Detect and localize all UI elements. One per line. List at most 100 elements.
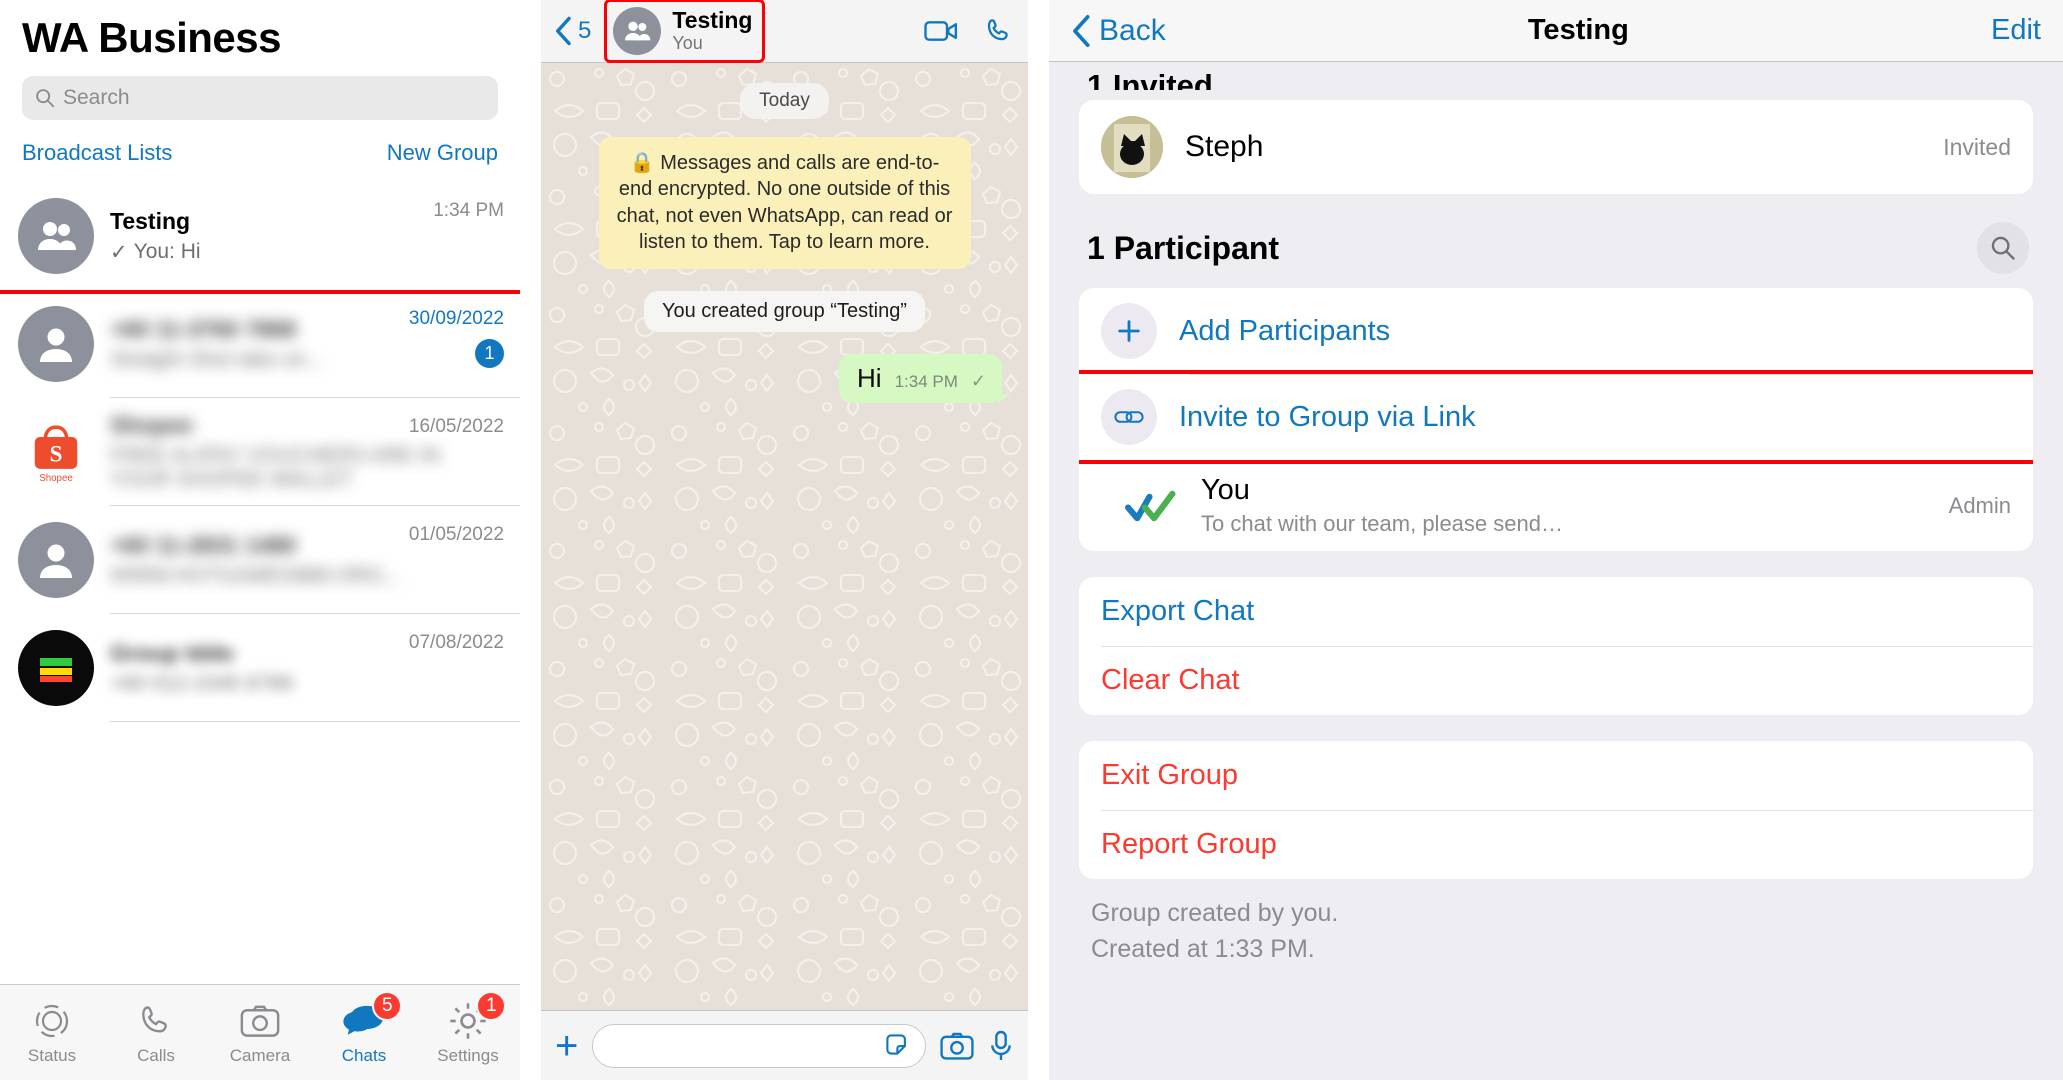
tab-calls[interactable]: Calls [104,985,208,1080]
search-participants-button[interactable] [1977,222,2029,274]
add-participants-button[interactable]: Add Participants [1079,288,2033,374]
edit-button[interactable]: Edit [1991,14,2041,47]
header-actions [924,16,1014,46]
group-info-header: Back Testing Edit [1049,0,2063,62]
chat-timestamp: 01/05/2022 [408,524,504,545]
table-row[interactable]: +60 11-2831 1480 WWW.HOTGAMES888.ORG... … [0,506,520,614]
tab-settings[interactable]: Settings 1 [416,985,520,1080]
exit-group-button[interactable]: Exit Group [1079,741,2033,810]
sticker-icon[interactable] [883,1031,913,1061]
message-area[interactable]: Today 🔒 Messages and calls are end-to-en… [541,63,1028,1010]
encryption-notice[interactable]: 🔒 Messages and calls are end-to-end encr… [598,137,971,269]
avatar [1101,116,1163,178]
invite-via-link-label: Invite to Group via Link [1179,400,1476,433]
plus-icon [1101,303,1157,359]
participant-status: To chat with our team, please send… [1201,511,1563,536]
chat-preview-text: Straight Shot take on... [110,348,324,371]
chat-preview-text: FREE ALIPAY VOUCHERS ARE IN YOUR SHOPEE … [110,444,441,491]
outgoing-message-bubble[interactable]: Hi 1:34 PM ✓ [839,353,1011,403]
camera-icon[interactable] [940,1031,974,1061]
invited-section-header: 1 Invited [1087,68,1213,90]
back-button[interactable]: 5 [555,16,591,46]
clear-chat-button[interactable]: Clear Chat [1079,646,2033,715]
row-divider [110,721,520,722]
chat-preview-text: You: Hi [133,240,201,263]
shopee-icon: S Shopee [34,425,78,483]
unread-badge: 1 [475,339,504,368]
tab-status[interactable]: Status [0,985,104,1080]
message-text: Hi [857,362,882,393]
message-input-bar: + [541,1010,1028,1080]
list-item[interactable]: Steph Invited [1079,100,2033,194]
group-photo-avatar [18,630,94,706]
chat-preview: WWW.HOTGAMES888.ORG... [110,564,506,588]
mic-icon[interactable] [988,1030,1014,1062]
phone-icon [137,1000,175,1042]
back-button[interactable]: Back [1071,14,1166,48]
row-divider [1101,810,2033,811]
video-call-icon[interactable] [924,18,958,44]
report-group-label: Report Group [1101,828,1277,860]
panel-gutter [1028,0,1049,1080]
message-list: Today 🔒 Messages and calls are end-to-en… [541,63,1028,419]
three-panel-screenshot: WA Business Search Broadcast Lists New G… [0,0,2063,1080]
chat-title: Testing [672,6,753,33]
group-created-footer: Group created by you. Created at 1:33 PM… [1079,879,2033,968]
double-check-icon [1123,488,1179,524]
search-input[interactable]: Search [22,76,498,120]
chat-actions-card: Export Chat Clear Chat [1079,577,2033,715]
chat-preview-text: +60 012-2345 6789 [110,672,293,695]
row-divider [1189,374,2033,375]
chat-list[interactable]: Testing ✓ You: Hi 1:34 PM +60 11-3760 78… [0,182,520,984]
voice-call-icon[interactable] [984,16,1014,46]
message-input[interactable] [592,1023,926,1068]
tab-label: Chats [341,1045,387,1065]
broadcast-lists-link[interactable]: Broadcast Lists [22,140,172,166]
clear-chat-label: Clear Chat [1101,664,1240,696]
report-group-button[interactable]: Report Group [1079,810,2033,879]
tab-label: Calls [137,1045,175,1065]
created-at-text: Created at 1:33 PM. [1091,935,1315,964]
table-row[interactable]: Testing ✓ You: Hi 1:34 PM [0,182,520,290]
table-row[interactable]: Group Iddo +60 012-2345 6789 07/08/2022 [0,614,520,722]
attach-plus-button[interactable]: + [555,1026,578,1066]
invited-card: Steph Invited [1079,100,2033,194]
person-icon [40,544,72,578]
group-avatar [613,7,662,55]
table-row[interactable]: +60 11-3760 7868 Straight Shot take on..… [0,290,520,398]
chat-timestamp: 16/05/2022 [408,416,504,437]
chat-timestamp: 30/09/2022 [408,308,504,329]
chat-preview: +60 012-2345 6789 [110,672,506,696]
dark-icon [40,658,72,682]
status-badge: 1 [476,991,507,1021]
group-header-button[interactable]: Testing You [604,0,766,63]
tab-label: Settings [437,1045,499,1065]
tab-label: Status [27,1045,77,1065]
group-info-body[interactable]: 1 Invited Steph Invited 1 Participant Ad… [1049,62,2063,1080]
read-tick-icon: ✓ [110,240,128,264]
status-badge: 5 [372,991,403,1021]
link-icon [1101,389,1157,445]
participant-row[interactable]: You To chat with our team, please send… … [1079,460,2033,551]
participants-section-header: 1 Participant [1087,229,1280,266]
group-avatar [18,198,94,274]
tab-camera[interactable]: Camera [208,985,312,1080]
participants-section-bar: 1 Participant [1087,222,2029,274]
status-rings-icon [33,1000,71,1042]
svg-text:Shopee: Shopee [39,473,73,483]
back-label: Back [1099,13,1166,47]
search-icon [36,89,55,108]
export-chat-button[interactable]: Export Chat [1079,577,2033,646]
chat-preview: ✓ You: Hi [110,240,506,265]
day-divider: Today [740,83,829,119]
search-placeholder: Search [63,86,130,109]
add-participants-label: Add Participants [1179,314,1391,347]
page-title: WA Business [22,14,282,61]
invite-via-link-button[interactable]: Invite to Group via Link [1079,374,2033,460]
table-row[interactable]: S Shopee Shopee FREE ALIPAY VOUCHERS ARE… [0,398,520,506]
person-icon [40,328,72,362]
tab-chats[interactable]: Chats 5 [312,985,416,1080]
status-badge: Invited [1943,133,2011,160]
new-group-link[interactable]: New Group [387,140,498,166]
chat-preview: FREE ALIPAY VOUCHERS ARE IN YOUR SHOPEE … [110,444,506,492]
